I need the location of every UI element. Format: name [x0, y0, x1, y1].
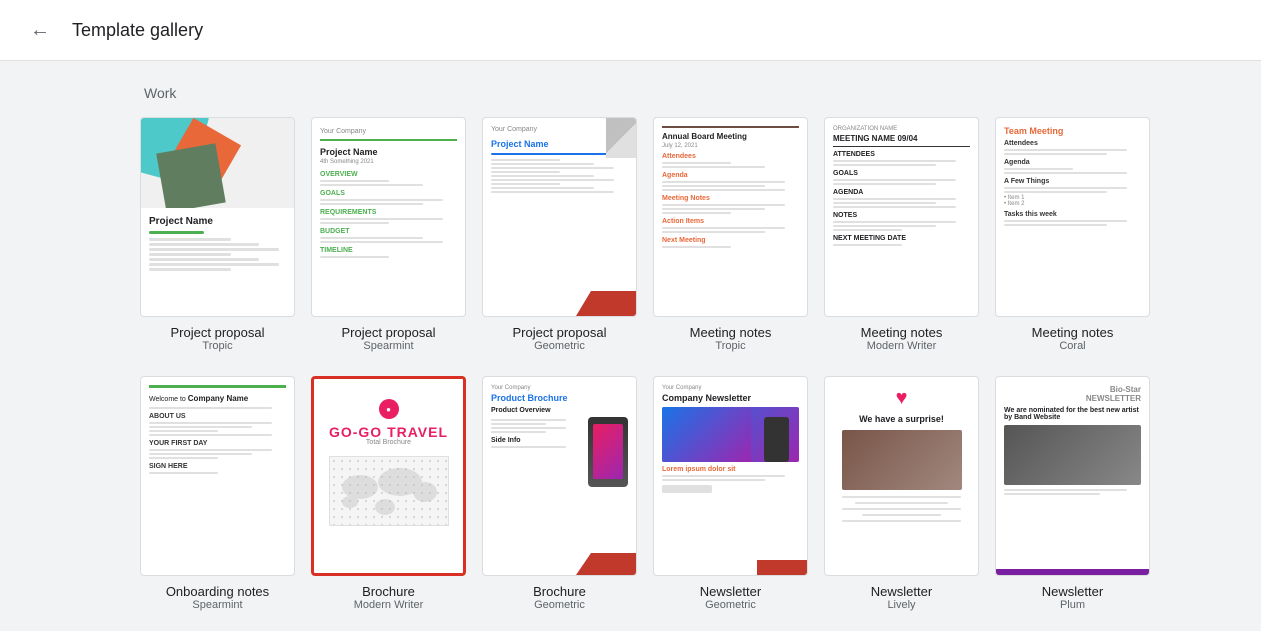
template-thumb-mn-tropic[interactable]: Annual Board Meeting July 12, 2021 Atten…	[653, 117, 808, 317]
template-name-pp-geo: Project proposal	[513, 325, 607, 340]
template-item-mn-coral[interactable]: Team Meeting Attendees Agenda A Few Thin…	[995, 117, 1150, 352]
brand-sub: Total Brochure	[366, 439, 411, 446]
brand-logo: ●	[379, 399, 399, 419]
template-item-pp-spearmint[interactable]: Your Company Project Name 4th Something …	[311, 117, 466, 352]
template-sub-broch-geo: Geometric	[534, 599, 585, 611]
template-item-broch-geo[interactable]: Your Company Product Brochure Product Ov…	[482, 376, 637, 611]
template-sub-pp-geo: Geometric	[534, 340, 585, 352]
template-name-pp-tropic: Project proposal	[171, 325, 265, 340]
template-sub-news-plum: Plum	[1060, 599, 1085, 611]
template-name-mn-tropic: Meeting notes	[690, 325, 772, 340]
template-sub-mn-tropic: Tropic	[715, 340, 745, 352]
template-thumb-mn-coral[interactable]: Team Meeting Attendees Agenda A Few Thin…	[995, 117, 1150, 317]
template-sub-broch-mw: Modern Writer	[354, 599, 423, 611]
template-sub-news-geo: Geometric	[705, 599, 756, 611]
back-button[interactable]: ←	[24, 14, 56, 46]
template-sub-pp-spearmint: Spearmint	[363, 340, 413, 352]
templates-row-2: Welcome to Company Name ABOUT US YOUR FI…	[140, 376, 1121, 611]
heart-icon: ♥	[896, 387, 908, 410]
template-sub-pp-tropic: Tropic	[202, 340, 232, 352]
page-title: Template gallery	[72, 20, 203, 41]
template-thumb-broch-mw[interactable]: ● GO-GO TRAVEL Total Brochure	[311, 376, 466, 576]
template-item-pp-geo[interactable]: Your Company Project Name	[482, 117, 637, 352]
template-sub-onboard: Spearmint	[192, 599, 242, 611]
template-name-news-geo: Newsletter	[700, 584, 761, 599]
template-item-mn-tropic[interactable]: Annual Board Meeting July 12, 2021 Atten…	[653, 117, 808, 352]
template-item-broch-mw[interactable]: ● GO-GO TRAVEL Total Brochure	[311, 376, 466, 611]
template-thumb-news-lively[interactable]: ♥ We have a surprise!	[824, 376, 979, 576]
template-item-news-lively[interactable]: ♥ We have a surprise! Newsletter Lively	[824, 376, 979, 611]
header: ← Template gallery	[0, 0, 1261, 61]
template-thumb-news-plum[interactable]: Bio-StarNEWSLETTER We are nominated for …	[995, 376, 1150, 576]
brand-name: GO-GO TRAVEL	[329, 425, 448, 439]
template-item-onboard[interactable]: Welcome to Company Name ABOUT US YOUR FI…	[140, 376, 295, 611]
map-graphic	[329, 456, 449, 526]
app-container: ← Template gallery Work Project Name	[0, 0, 1261, 631]
template-item-mn-mw[interactable]: ORGANIZATION NAME MEETING NAME 09/04 ATT…	[824, 117, 979, 352]
template-thumb-news-geo[interactable]: Your Company Company Newsletter Lorem ip…	[653, 376, 808, 576]
template-name-mn-coral: Meeting notes	[1032, 325, 1114, 340]
template-thumb-onboard[interactable]: Welcome to Company Name ABOUT US YOUR FI…	[140, 376, 295, 576]
template-item-pp-tropic[interactable]: Project Name Project proposal Tropic	[140, 117, 295, 352]
template-name-onboard: Onboarding notes	[166, 584, 269, 599]
content-area: Work Project Name	[0, 61, 1261, 631]
template-sub-news-lively: Lively	[887, 599, 915, 611]
template-thumb-mn-mw[interactable]: ORGANIZATION NAME MEETING NAME 09/04 ATT…	[824, 117, 979, 317]
template-item-news-geo[interactable]: Your Company Company Newsletter Lorem ip…	[653, 376, 808, 611]
template-name-news-plum: Newsletter	[1042, 584, 1103, 599]
template-name-broch-mw: Brochure	[362, 584, 415, 599]
template-sub-mn-coral: Coral	[1059, 340, 1085, 352]
template-thumb-pp-geo[interactable]: Your Company Project Name	[482, 117, 637, 317]
templates-row-1: Project Name Project proposal Tropic	[140, 117, 1121, 352]
template-name-broch-geo: Brochure	[533, 584, 586, 599]
section-label-work: Work	[144, 85, 1121, 101]
template-name-mn-mw: Meeting notes	[861, 325, 943, 340]
template-name-pp-spearmint: Project proposal	[342, 325, 436, 340]
template-sub-mn-mw: Modern Writer	[867, 340, 936, 352]
template-thumb-pp-spearmint[interactable]: Your Company Project Name 4th Something …	[311, 117, 466, 317]
template-thumb-broch-geo[interactable]: Your Company Product Brochure Product Ov…	[482, 376, 637, 576]
template-name-news-lively: Newsletter	[871, 584, 932, 599]
template-thumb-pp-tropic[interactable]: Project Name	[140, 117, 295, 317]
template-item-news-plum[interactable]: Bio-StarNEWSLETTER We are nominated for …	[995, 376, 1150, 611]
